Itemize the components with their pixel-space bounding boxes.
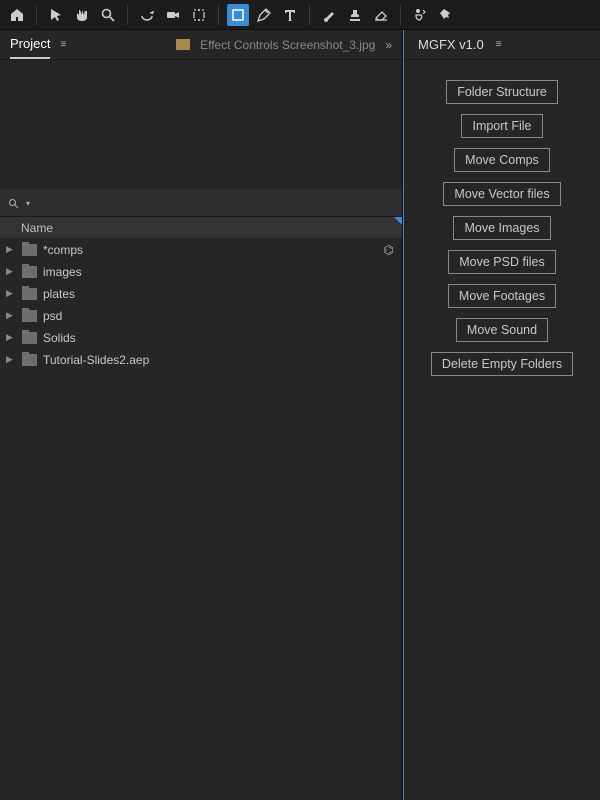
panel-menu-icon[interactable]: ≡ bbox=[60, 39, 66, 50]
disclosure-icon[interactable]: ▶ bbox=[6, 310, 16, 321]
column-name: Name bbox=[21, 221, 53, 235]
hand-tool-icon[interactable] bbox=[71, 4, 93, 26]
folder-icon bbox=[22, 266, 37, 278]
move-comps-button[interactable]: Move Comps bbox=[454, 148, 550, 172]
divider bbox=[400, 5, 401, 25]
list-item[interactable]: ▶ images bbox=[0, 261, 402, 283]
divider bbox=[127, 5, 128, 25]
camera-tool-icon[interactable] bbox=[162, 4, 184, 26]
file-icon bbox=[176, 39, 190, 50]
preview-area bbox=[0, 60, 402, 190]
delete-empty-folders-button[interactable]: Delete Empty Folders bbox=[431, 352, 573, 376]
list-item[interactable]: ▶ psd bbox=[0, 305, 402, 327]
disclosure-icon[interactable]: ▶ bbox=[6, 354, 16, 365]
home-icon[interactable] bbox=[6, 4, 28, 26]
text-tool-icon[interactable] bbox=[279, 4, 301, 26]
folder-icon bbox=[22, 332, 37, 344]
project-tabs: Project ≡ Effect Controls Screenshot_3.j… bbox=[0, 30, 402, 60]
orbit-tool-icon[interactable] bbox=[136, 4, 158, 26]
snap-tool-icon[interactable] bbox=[188, 4, 210, 26]
tab-project[interactable]: Project bbox=[10, 30, 50, 59]
panel-menu-icon[interactable]: ≡ bbox=[496, 39, 502, 50]
move-vector-files-button[interactable]: Move Vector files bbox=[443, 182, 560, 206]
zoom-tool-icon[interactable] bbox=[97, 4, 119, 26]
top-toolbar bbox=[0, 0, 600, 30]
column-header[interactable]: Name bbox=[0, 217, 402, 239]
item-label: images bbox=[43, 265, 82, 279]
pin-tool-icon[interactable] bbox=[435, 4, 457, 26]
move-images-button[interactable]: Move Images bbox=[453, 216, 550, 240]
project-panel: Project ≡ Effect Controls Screenshot_3.j… bbox=[0, 30, 403, 800]
brush-tool-icon[interactable] bbox=[318, 4, 340, 26]
folder-icon bbox=[22, 310, 37, 322]
disclosure-icon[interactable]: ▶ bbox=[6, 244, 16, 255]
overflow-tabs-icon[interactable]: » bbox=[385, 38, 392, 52]
sort-indicator-icon bbox=[394, 217, 402, 225]
folder-icon bbox=[22, 244, 37, 256]
main-area: Project ≡ Effect Controls Screenshot_3.j… bbox=[0, 30, 600, 800]
roto-tool-icon[interactable] bbox=[409, 4, 431, 26]
select-tool-icon[interactable] bbox=[45, 4, 67, 26]
search-dropdown-icon[interactable]: ▾ bbox=[26, 199, 30, 208]
stamp-tool-icon[interactable] bbox=[344, 4, 366, 26]
item-label: psd bbox=[43, 309, 62, 323]
list-item[interactable]: ▶ *comps ⌬ bbox=[0, 239, 402, 261]
disclosure-icon[interactable]: ▶ bbox=[6, 288, 16, 299]
project-item-list: ▶ *comps ⌬ ▶ images ▶ plates ▶ bbox=[0, 239, 402, 800]
move-sound-button[interactable]: Move Sound bbox=[456, 318, 548, 342]
move-footages-button[interactable]: Move Footages bbox=[448, 284, 556, 308]
mgfx-header: MGFX v1.0 ≡ bbox=[404, 30, 600, 60]
list-item[interactable]: ▶ plates bbox=[0, 283, 402, 305]
item-label: Solids bbox=[43, 331, 76, 345]
flowchart-icon[interactable]: ⌬ bbox=[384, 243, 394, 257]
item-label: *comps bbox=[43, 243, 83, 257]
pen-tool-icon[interactable] bbox=[253, 4, 275, 26]
move-psd-files-button[interactable]: Move PSD files bbox=[448, 250, 555, 274]
divider bbox=[218, 5, 219, 25]
eraser-tool-icon[interactable] bbox=[370, 4, 392, 26]
rect-tool-icon[interactable] bbox=[227, 4, 249, 26]
divider bbox=[36, 5, 37, 25]
folder-icon bbox=[22, 288, 37, 300]
item-label: Tutorial-Slides2.aep bbox=[43, 353, 149, 367]
search-icon bbox=[8, 198, 20, 210]
search-row[interactable]: ▾ bbox=[0, 190, 402, 217]
mgfx-title: MGFX v1.0 bbox=[418, 37, 484, 52]
item-label: plates bbox=[43, 287, 75, 301]
tab-effect-controls[interactable]: Effect Controls Screenshot_3.jpg bbox=[200, 38, 375, 52]
import-file-button[interactable]: Import File bbox=[461, 114, 542, 138]
mgfx-body: Folder Structure Import File Move Comps … bbox=[404, 60, 600, 800]
disclosure-icon[interactable]: ▶ bbox=[6, 266, 16, 277]
folder-structure-button[interactable]: Folder Structure bbox=[446, 80, 558, 104]
divider bbox=[309, 5, 310, 25]
list-item[interactable]: ▶ Tutorial-Slides2.aep bbox=[0, 349, 402, 371]
folder-icon bbox=[22, 354, 37, 366]
project-body: ▾ Name ▶ *comps ⌬ ▶ images bbox=[0, 60, 402, 800]
list-item[interactable]: ▶ Solids bbox=[0, 327, 402, 349]
disclosure-icon[interactable]: ▶ bbox=[6, 332, 16, 343]
mgfx-panel: MGFX v1.0 ≡ Folder Structure Import File… bbox=[403, 30, 600, 800]
